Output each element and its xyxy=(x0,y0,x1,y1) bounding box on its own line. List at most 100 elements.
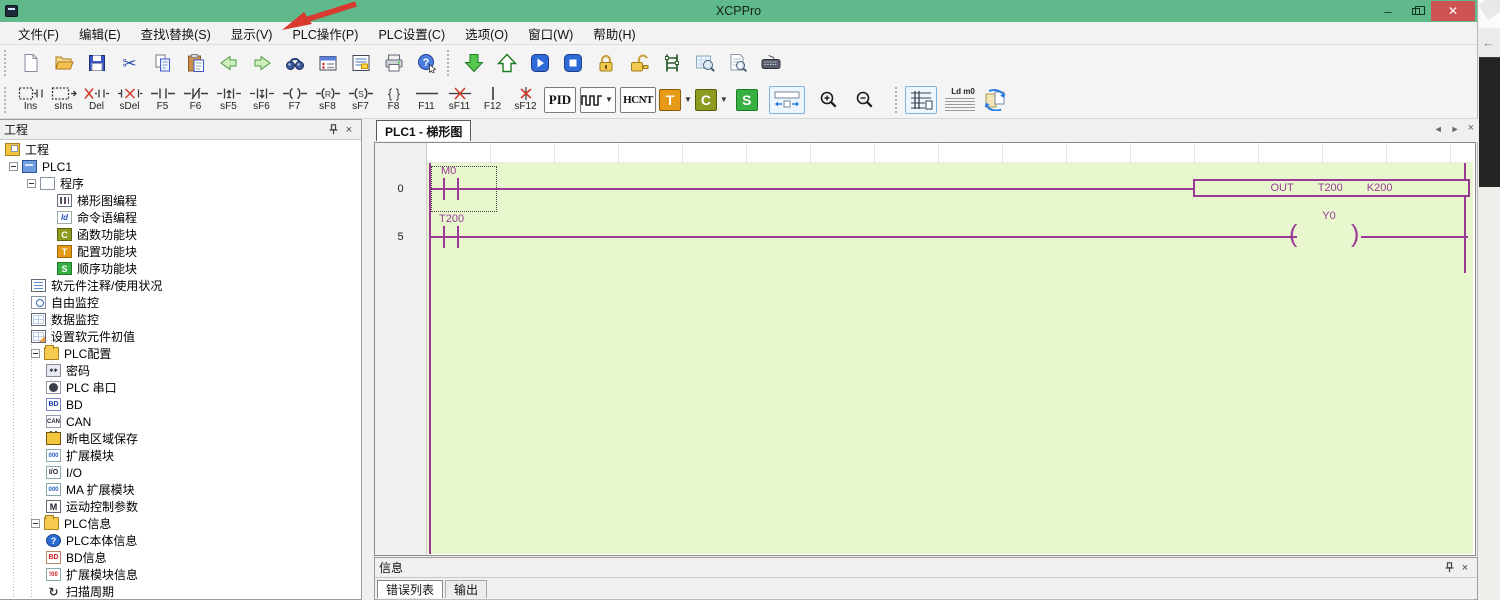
tab-close-icon[interactable]: × xyxy=(1468,122,1474,134)
tree-item-expansion-module[interactable]: 扩展模块 xyxy=(0,447,361,464)
tab-output[interactable]: 输出 xyxy=(445,580,487,598)
print-button[interactable] xyxy=(378,48,409,78)
tab-error-list[interactable]: 错误列表 xyxy=(377,580,443,598)
dropdown-caret-icon[interactable]: ▼ xyxy=(720,95,728,104)
fkey-sf7-set-coil-button[interactable]: SsF7 xyxy=(344,83,377,117)
fkey-sf12-delete-vline-button[interactable]: sF12 xyxy=(509,83,542,117)
convert-view-button[interactable] xyxy=(980,85,1011,115)
fkey-f12-vline-button[interactable]: F12 xyxy=(476,83,509,117)
menu-help[interactable]: 帮助(H) xyxy=(583,21,645,46)
copy-button[interactable] xyxy=(147,48,178,78)
tree-item-power-off-save[interactable]: 断电区域保存 xyxy=(0,430,361,447)
tree-item-plc-info[interactable]: PLC信息 xyxy=(0,515,361,532)
fkey-f5-open-contact-button[interactable]: F5 xyxy=(146,83,179,117)
fkey-sf5-rising-contact-button[interactable]: sF5 xyxy=(212,83,245,117)
close-panel-icon[interactable]: × xyxy=(1457,560,1473,575)
menu-plc-settings[interactable]: PLC设置(C) xyxy=(368,21,455,46)
fkey-sf11-delete-hline-button[interactable]: sF11 xyxy=(443,83,476,117)
tree-item-data-monitor[interactable]: 数据监控 xyxy=(0,311,361,328)
tree-item-plc-config[interactable]: PLC配置 xyxy=(0,345,361,362)
out-instruction-box[interactable]: OUT T200 K200 xyxy=(1193,179,1470,197)
paste-button[interactable] xyxy=(180,48,211,78)
download-to-plc-button[interactable] xyxy=(458,48,489,78)
instruction-list-view-button[interactable]: Ld m0 xyxy=(939,86,977,113)
fkey-f8-block-button[interactable]: { }F8 xyxy=(377,83,410,117)
doc-preview-button[interactable] xyxy=(722,48,753,78)
run-plc-button[interactable] xyxy=(524,48,555,78)
fkey-sf8-reset-coil-button[interactable]: RsF8 xyxy=(311,83,344,117)
device-dialog-button[interactable] xyxy=(312,48,343,78)
tree-item-io[interactable]: I/O xyxy=(0,464,361,481)
tree-item-ladder-editor[interactable]: 梯形图编程 xyxy=(0,192,361,209)
ladder-monitor-button[interactable] xyxy=(656,48,687,78)
tree-item-device-comment[interactable]: 软元件注释/使用状况 xyxy=(0,277,361,294)
undo-back-button[interactable] xyxy=(213,48,244,78)
menu-find-replace[interactable]: 查找\替换(S) xyxy=(131,21,221,46)
fkey-sdel-button[interactable]: sDel xyxy=(113,83,146,117)
fkey-sins-button[interactable]: sIns xyxy=(47,83,80,117)
tree-item-motion-params[interactable]: 运动控制参数 xyxy=(0,498,361,515)
fkey-f6-closed-contact-button[interactable]: F6 xyxy=(179,83,212,117)
comment-list-button[interactable] xyxy=(345,48,376,78)
ladder-canvas[interactable]: M0 OUT T200 K200 T200 Y0 ( ) xyxy=(427,163,1473,554)
pid-instruction-button[interactable]: PID xyxy=(544,87,576,113)
fkey-ins-button[interactable]: Ins xyxy=(14,83,47,117)
tree-item-scan-cycle[interactable]: 扫描周期 xyxy=(0,583,361,600)
new-file-button[interactable] xyxy=(15,48,46,78)
restore-button[interactable] xyxy=(1403,1,1429,21)
menu-window[interactable]: 窗口(W) xyxy=(518,21,583,46)
hcnt-instruction-button[interactable]: HCNT xyxy=(620,87,656,113)
menu-edit[interactable]: 编辑(E) xyxy=(69,21,131,46)
counter-instruction-button[interactable]: C xyxy=(695,89,717,111)
tree-item-config-block[interactable]: 配置功能块 xyxy=(0,243,361,260)
ladder-view-button[interactable] xyxy=(905,86,937,114)
ladder-editor[interactable]: 0 5 M0 OUT T200 K200 xyxy=(374,142,1476,556)
tree-item-free-monitor[interactable]: 自由监控 xyxy=(0,294,361,311)
keyboard-button[interactable] xyxy=(755,48,786,78)
collapse-icon[interactable] xyxy=(31,519,40,528)
zoom-in-button[interactable] xyxy=(813,85,844,115)
tree-item-bd[interactable]: BD xyxy=(0,396,361,413)
close-button[interactable]: ✕ xyxy=(1431,1,1475,21)
fkey-del-button[interactable]: Del xyxy=(80,83,113,117)
help-button[interactable]: ? xyxy=(411,48,442,78)
menu-file[interactable]: 文件(F) xyxy=(8,21,69,46)
tree-item-plc-serial[interactable]: PLC 串口 xyxy=(0,379,361,396)
fkey-f11-hline-button[interactable]: F11 xyxy=(410,83,443,117)
toolbar-gripper[interactable] xyxy=(4,87,11,113)
tree-item-instruction-editor[interactable]: 命令语编程 xyxy=(0,209,361,226)
unlock-button[interactable] xyxy=(623,48,654,78)
tree-item-plc-body-info[interactable]: PLC本体信息 xyxy=(0,532,361,549)
expand-width-button[interactable] xyxy=(769,86,805,114)
app-icon[interactable] xyxy=(5,5,18,17)
pin-icon[interactable] xyxy=(325,122,341,137)
zoom-out-button[interactable] xyxy=(849,85,880,115)
tree-item-password[interactable]: 密码 xyxy=(0,362,361,379)
upload-from-plc-button[interactable] xyxy=(491,48,522,78)
cut-button[interactable]: ✂ xyxy=(114,48,145,78)
close-panel-icon[interactable]: × xyxy=(341,122,357,137)
toolbar-gripper[interactable] xyxy=(895,87,902,113)
collapse-icon[interactable] xyxy=(9,162,18,171)
collapse-icon[interactable] xyxy=(27,179,36,188)
minimize-button[interactable]: – xyxy=(1375,1,1401,21)
tree-item-project[interactable]: 工程 xyxy=(0,141,361,158)
tree-item-ma-expansion[interactable]: MA 扩展模块 xyxy=(0,481,361,498)
dropdown-caret-icon[interactable]: ▼ xyxy=(684,95,692,104)
save-button[interactable] xyxy=(81,48,112,78)
timer-instruction-button[interactable]: T xyxy=(659,89,681,111)
collapse-icon[interactable] xyxy=(31,349,40,358)
lock-button[interactable] xyxy=(590,48,621,78)
tree-item-bd-info[interactable]: BD信息 xyxy=(0,549,361,566)
open-file-button[interactable] xyxy=(48,48,79,78)
find-button[interactable] xyxy=(279,48,310,78)
toolbar-gripper[interactable] xyxy=(447,50,454,76)
tree-item-sequence-block[interactable]: 顺序功能块 xyxy=(0,260,361,277)
sfc-instruction-button[interactable]: S xyxy=(736,89,758,111)
tree-item-program[interactable]: 程序 xyxy=(0,175,361,192)
fkey-f7-coil-button[interactable]: F7 xyxy=(278,83,311,117)
tree-item-can[interactable]: CAN xyxy=(0,413,361,430)
tree-item-expansion-info[interactable]: 扩展模块信息 xyxy=(0,566,361,583)
data-monitor-zoom-button[interactable] xyxy=(689,48,720,78)
fkey-sf6-falling-contact-button[interactable]: sF6 xyxy=(245,83,278,117)
